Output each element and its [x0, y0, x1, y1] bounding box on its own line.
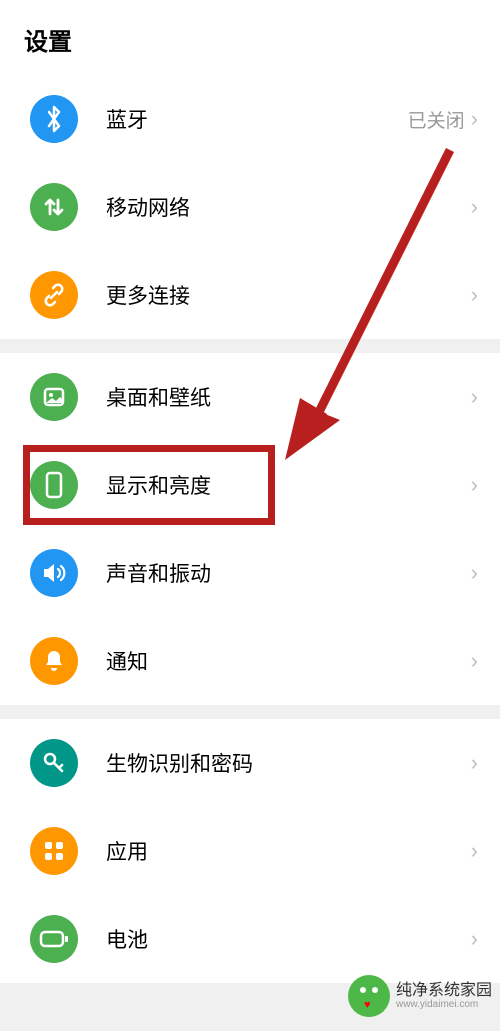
section-display: 桌面和壁纸 › 显示和亮度 › 声音和振动 › 通知 ›	[0, 353, 500, 705]
updown-icon	[30, 183, 78, 231]
bluetooth-icon	[30, 95, 78, 143]
item-label: 桌面和壁纸	[106, 382, 471, 412]
watermark-logo-icon: ♥	[348, 975, 390, 1017]
item-value: 已关闭	[408, 106, 465, 133]
item-apps[interactable]: 应用 ›	[0, 807, 500, 895]
section-connectivity: 蓝牙 已关闭 › 移动网络 › 更多连接 ›	[0, 75, 500, 339]
item-more-connections[interactable]: 更多连接 ›	[0, 251, 500, 339]
key-icon	[30, 739, 78, 787]
chevron-right-icon: ›	[471, 282, 478, 308]
watermark-text-en: www.yidaimei.com	[396, 999, 492, 1010]
watermark: ♥ 纯净系统家园 www.yidaimei.com	[348, 975, 492, 1017]
chevron-right-icon: ›	[471, 194, 478, 220]
section-security: 生物识别和密码 › 应用 › 电池 ›	[0, 719, 500, 983]
item-label: 生物识别和密码	[106, 748, 471, 778]
item-battery[interactable]: 电池 ›	[0, 895, 500, 983]
page-title: 设置	[24, 22, 476, 57]
bell-icon	[30, 637, 78, 685]
watermark-text-cn: 纯净系统家园	[396, 982, 492, 1000]
item-biometrics-password[interactable]: 生物识别和密码 ›	[0, 719, 500, 807]
item-label: 蓝牙	[106, 104, 408, 134]
item-label: 电池	[106, 924, 471, 954]
phone-icon	[30, 461, 78, 509]
chevron-right-icon: ›	[471, 750, 478, 776]
grid-icon	[30, 827, 78, 875]
chevron-right-icon: ›	[471, 472, 478, 498]
header: 设置	[0, 0, 500, 75]
item-bluetooth[interactable]: 蓝牙 已关闭 ›	[0, 75, 500, 163]
item-label: 显示和亮度	[106, 470, 471, 500]
image-icon	[30, 373, 78, 421]
item-label: 声音和振动	[106, 558, 471, 588]
item-wallpaper[interactable]: 桌面和壁纸 ›	[0, 353, 500, 441]
chevron-right-icon: ›	[471, 106, 478, 132]
chevron-right-icon: ›	[471, 838, 478, 864]
item-label: 应用	[106, 836, 471, 866]
item-mobile-network[interactable]: 移动网络 ›	[0, 163, 500, 251]
item-label: 通知	[106, 646, 471, 676]
chevron-right-icon: ›	[471, 926, 478, 952]
item-notifications[interactable]: 通知 ›	[0, 617, 500, 705]
item-label: 更多连接	[106, 280, 471, 310]
item-label: 移动网络	[106, 192, 471, 222]
chevron-right-icon: ›	[471, 560, 478, 586]
item-display-brightness[interactable]: 显示和亮度 ›	[0, 441, 500, 529]
link-icon	[30, 271, 78, 319]
item-sound-vibration[interactable]: 声音和振动 ›	[0, 529, 500, 617]
chevron-right-icon: ›	[471, 384, 478, 410]
battery-icon	[30, 915, 78, 963]
sound-icon	[30, 549, 78, 597]
chevron-right-icon: ›	[471, 648, 478, 674]
